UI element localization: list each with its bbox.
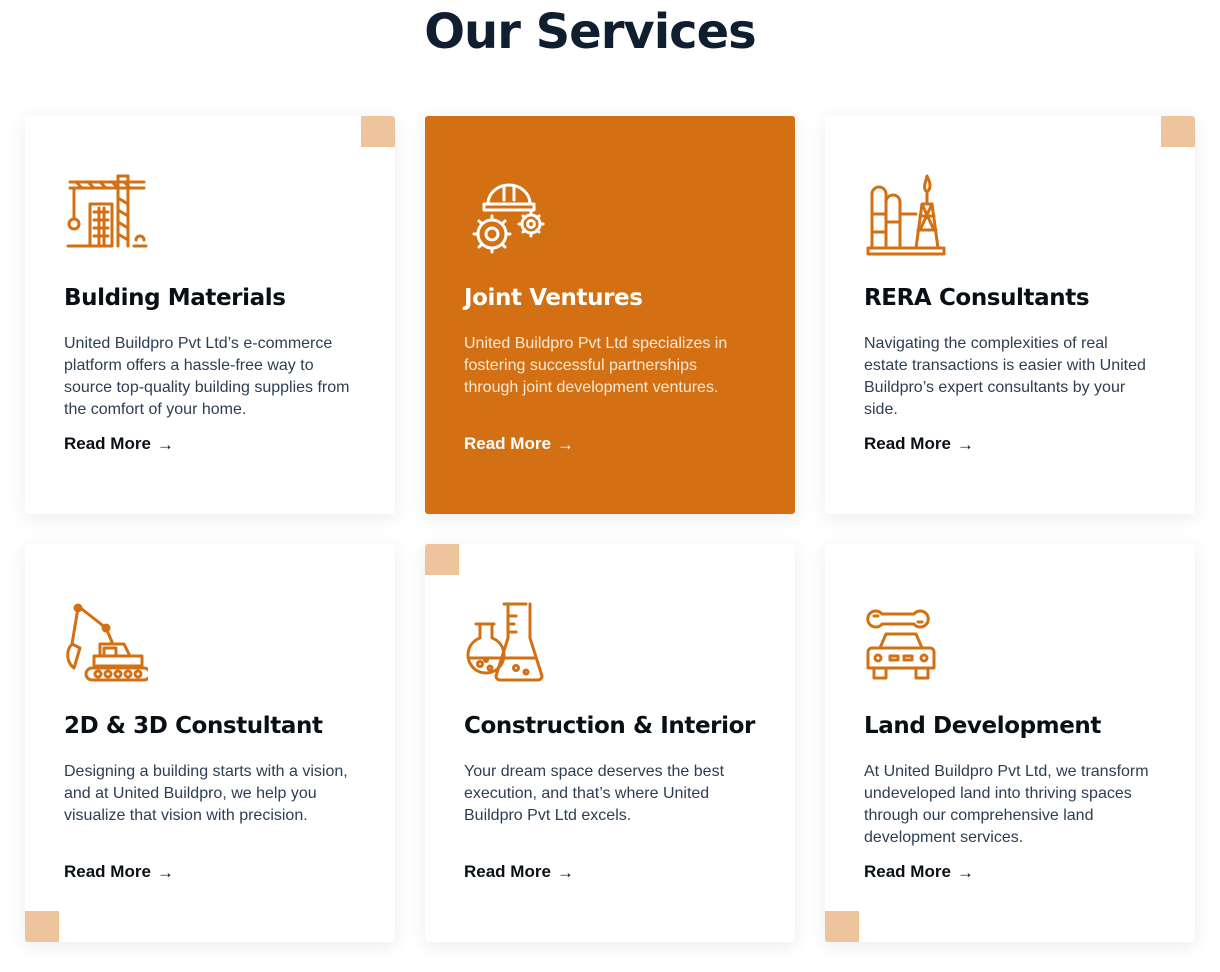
arrow-right-icon: → xyxy=(956,862,974,882)
arrow-right-icon: → xyxy=(556,434,574,454)
service-card-land-development: Land Development At United Buildpro Pvt … xyxy=(825,544,1195,942)
hardhat-gears-icon xyxy=(464,174,548,258)
excavator-icon xyxy=(64,602,148,686)
service-description: United Buildpro Pvt Ltd’s e-commerce pla… xyxy=(64,335,350,418)
corner-accent xyxy=(361,116,395,147)
read-more-label: Read More xyxy=(864,434,951,453)
service-title: Joint Ventures xyxy=(464,285,643,311)
service-description: Navigating the complexities of real esta… xyxy=(864,335,1146,418)
read-more-label: Read More xyxy=(64,434,151,453)
service-card-joint-ventures: Joint Ventures United Buildpro Pvt Ltd s… xyxy=(425,116,795,514)
service-card-2d-3d-consultant: 2D & 3D Constultant Designing a building… xyxy=(25,544,395,942)
read-more-link[interactable]: Read More → xyxy=(464,862,574,882)
services-grid: Bulding Materials United Buildpro Pvt Lt… xyxy=(25,116,1195,942)
read-more-link[interactable]: Read More → xyxy=(864,434,974,454)
service-title: Land Development xyxy=(864,713,1101,739)
car-wrench-icon xyxy=(864,602,948,686)
service-title: Construction & Interior xyxy=(464,713,755,739)
read-more-link[interactable]: Read More → xyxy=(464,434,574,454)
read-more-link[interactable]: Read More → xyxy=(64,862,174,882)
service-title: RERA Consultants xyxy=(864,285,1090,311)
read-more-link[interactable]: Read More → xyxy=(64,434,174,454)
corner-accent xyxy=(825,911,859,942)
service-card-building-materials: Bulding Materials United Buildpro Pvt Lt… xyxy=(25,116,395,514)
arrow-right-icon: → xyxy=(156,862,174,882)
tower-crane-icon xyxy=(64,174,148,258)
service-card-rera-consultants: RERA Consultants Navigating the complexi… xyxy=(825,116,1195,514)
arrow-right-icon: → xyxy=(556,862,574,882)
arrow-right-icon: → xyxy=(956,434,974,454)
section-title: Our Services xyxy=(424,4,756,60)
service-description: At United Buildpro Pvt Ltd, we transform… xyxy=(864,763,1149,846)
read-more-link[interactable]: Read More → xyxy=(864,862,974,882)
read-more-label: Read More xyxy=(464,434,551,453)
corner-accent xyxy=(425,544,459,575)
service-title: Bulding Materials xyxy=(64,285,286,311)
refinery-icon xyxy=(864,174,948,258)
service-title: 2D & 3D Constultant xyxy=(64,713,323,739)
read-more-label: Read More xyxy=(864,862,951,881)
service-description: Your dream space deserves the best execu… xyxy=(464,763,725,824)
corner-accent xyxy=(1161,116,1195,147)
read-more-label: Read More xyxy=(64,862,151,881)
flasks-icon xyxy=(464,602,548,686)
service-description: United Buildpro Pvt Ltd specializes in f… xyxy=(464,335,728,396)
read-more-label: Read More xyxy=(464,862,551,881)
arrow-right-icon: → xyxy=(156,434,174,454)
service-card-construction-interior: Construction & Interior Your dream space… xyxy=(425,544,795,942)
corner-accent xyxy=(25,911,59,942)
service-description: Designing a building starts with a visio… xyxy=(64,763,348,824)
